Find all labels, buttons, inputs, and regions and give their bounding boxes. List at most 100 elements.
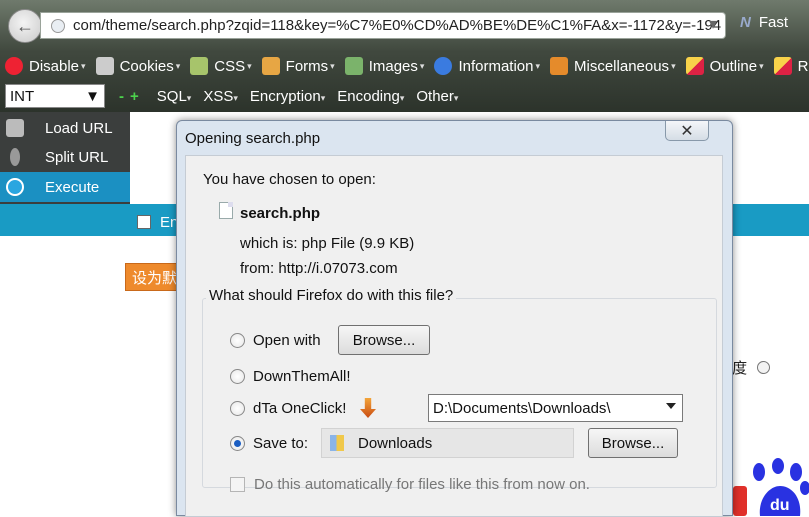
menu-miscellaneous[interactable]: Miscellaneous ▾ [550,57,676,75]
save-to-option[interactable]: Save to: [230,435,308,452]
paw-logo-icon: du [753,458,809,516]
caret-icon: ▾ [81,60,86,71]
caret-icon: ▾ [247,60,252,71]
auto-checkbox-option[interactable]: Do this automatically for files like thi… [230,476,590,493]
open-with-option[interactable]: Open with [230,332,321,349]
menu-label: Images [368,57,418,75]
load-url-label: Load URL [45,119,113,137]
menu-xss[interactable]: XSS▾ [203,88,238,105]
split-url-label: Split URL [45,148,109,166]
caret-icon: ▾ [320,92,326,103]
file-name: search.php [240,205,321,222]
menu-encryption[interactable]: Encryption▾ [250,88,325,105]
forms-icon [261,57,280,75]
menu-label: Outline [709,57,758,75]
split-url-button[interactable]: Split URL [0,142,130,172]
downthemall-radio[interactable] [230,369,245,384]
caret-icon: ▾ [175,60,181,71]
chevron-down-icon [666,403,676,409]
chevron-down-icon: ▼ [85,87,100,105]
menu-css[interactable]: CSS ▾ [190,57,252,75]
menu-other[interactable]: Other▾ [416,88,458,105]
menu-label: Forms [285,57,329,75]
misc-icon [550,57,569,75]
caret-icon: ▾ [330,60,335,71]
globe-icon [51,18,65,33]
url-text: com/theme/search.php?zqid=118&key=%C7%E0… [73,17,722,34]
menu-disable[interactable]: Disable ▾ [5,57,86,75]
set-default-label: 设为默 [132,269,178,287]
webdev-toolbar: Disable ▾ Cookies ▾ CSS ▾ Forms ▾ Images ▾ In… [0,52,809,80]
menu-label: Resi [797,57,809,75]
save-to-radio[interactable] [230,436,245,451]
menu-forms[interactable]: Forms ▾ [261,57,335,75]
disable-icon [5,57,23,75]
caret-icon: ▾ [453,92,459,103]
url-bar[interactable]: com/theme/search.php?zqid=118&key=%C7%E0… [40,12,726,39]
save-to-folder: Downloads [358,434,433,452]
folder-icon [330,435,344,451]
dropdown-arrow-icon[interactable]: ▾ [709,14,717,34]
file-type: which is: php File (9.9 KB) [240,235,415,252]
menu-outline[interactable]: Outline ▾ [685,57,764,75]
dta-path-select[interactable]: D:\Documents\Downloads\ [428,394,683,422]
chosen-text: You have chosen to open: [203,171,376,188]
action-group [202,298,717,488]
execute-icon [6,178,24,196]
back-arrow-icon: ← [16,15,34,36]
execute-label: Execute [45,178,100,196]
downthemall-option[interactable]: DownThemAll! [230,368,351,385]
hackbar-panel: Load URL Split URL Execute [0,112,130,204]
int-select-value: INT [10,87,35,105]
save-to-label: Save to: [253,435,309,452]
page-checkbox[interactable] [137,215,151,229]
menu-label: Cookies [119,57,174,75]
caret-icon: ▾ [671,60,676,71]
load-url-button[interactable]: Load URL [0,113,130,143]
dta-oneclick-radio[interactable] [230,401,245,416]
menu-encoding[interactable]: Encoding▾ [337,88,404,105]
save-to-browse-button[interactable]: Browse... [588,428,678,458]
svg-text:du: du [770,497,790,514]
open-with-browse-button[interactable]: Browse... [338,325,430,355]
fast-addon[interactable]: N Fast [740,14,788,31]
dialog-title: Opening search.php [185,130,321,147]
menu-label: Information [458,57,534,75]
menu-label: Other [416,87,454,105]
menu-label: Encoding [337,87,400,105]
browser-chrome: ← com/theme/search.php?zqid=118&key=%C7%… [0,0,809,112]
menu-label: Encryption [249,87,321,105]
save-to-folder-field: Downloads [321,428,574,458]
back-button[interactable]: ← [8,9,42,43]
auto-checkbox[interactable] [230,477,245,492]
radio-option[interactable] [757,361,771,374]
images-icon [344,57,363,75]
menu-label: SQL [156,87,187,105]
info-icon [434,57,453,75]
caret-icon: ▾ [186,92,192,103]
menu-information[interactable]: Information ▾ [434,57,540,75]
browse-label: Browse... [601,434,665,452]
menu-label: Miscellaneous [574,57,670,75]
menu-resize[interactable]: Resi [773,57,809,75]
open-with-radio[interactable] [230,333,245,348]
plus-minus-icon[interactable]: -+ [119,88,145,105]
split-url-icon [10,148,20,166]
caret-icon: ▾ [399,92,405,103]
execute-button[interactable]: Execute [0,172,130,202]
hackbar-toolbar: INT ▼ -+ SQL▾ XSS▾ Encryption▾ Encoding▾ … [0,84,809,108]
load-url-icon [6,119,24,137]
caret-icon: ▾ [233,92,238,103]
n-icon: N [740,14,751,31]
dta-oneclick-option[interactable]: dTa OneClick! [230,400,346,417]
int-select[interactable]: INT ▼ [5,84,105,108]
menu-cookies[interactable]: Cookies ▾ [95,57,181,75]
cookies-icon [95,57,114,75]
dta-oneclick-label: dTa OneClick! [253,400,347,417]
open-with-label: Open with [253,332,321,349]
menu-sql[interactable]: SQL▾ [157,88,192,105]
close-button[interactable]: ✕ [665,121,709,141]
caret-icon: ▾ [535,60,541,71]
dialog-body: You have chosen to open: search.php whic… [185,155,723,517]
menu-images[interactable]: Images ▾ [344,57,424,75]
